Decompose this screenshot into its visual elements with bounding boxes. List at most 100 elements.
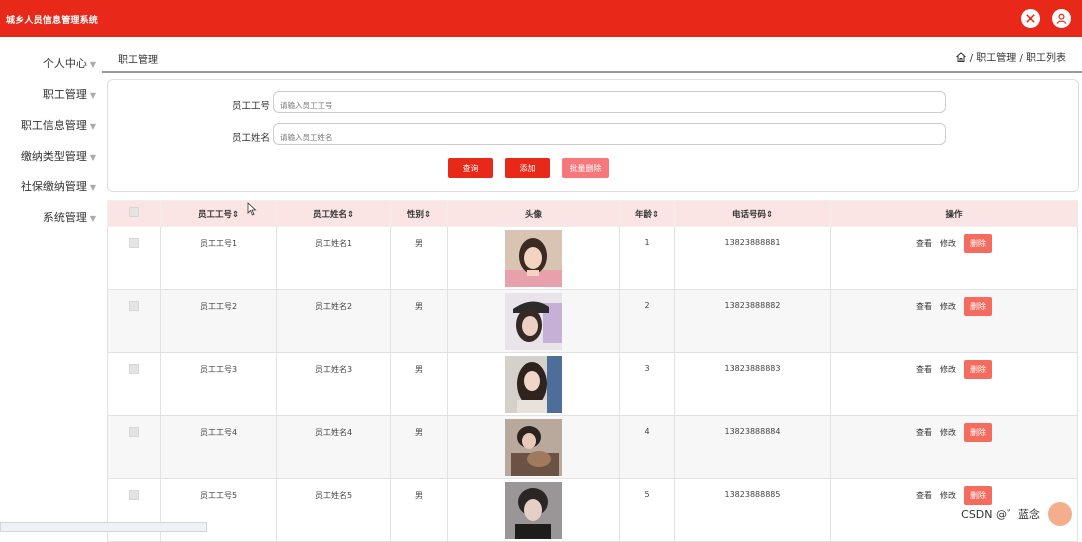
add-button[interactable]: 添加 xyxy=(505,158,550,178)
age-cell: 1 xyxy=(644,238,650,247)
row-checkbox[interactable] xyxy=(129,364,139,374)
delete-button[interactable]: 删除 xyxy=(964,297,992,316)
column-header-actions: 操作 xyxy=(830,200,1078,227)
avatar-photo xyxy=(505,482,562,539)
view-link[interactable]: 查看 xyxy=(916,238,932,249)
table-row: 员工工号2 员工姓名2 男 2 13823888882 查看 修改 删除 xyxy=(107,289,1078,353)
chevron-down-icon: ▼ xyxy=(89,122,96,131)
row-checkbox[interactable] xyxy=(129,301,139,311)
delete-button[interactable]: 删除 xyxy=(964,423,992,442)
delete-button[interactable]: 删除 xyxy=(964,234,992,253)
row-checkbox[interactable] xyxy=(129,427,139,437)
emp-no-cell: 员工工号3 xyxy=(199,365,238,374)
top-bar: 城乡人员信息管理系统 xyxy=(0,0,1082,37)
sidebar-item-label: 个人中心 xyxy=(42,57,87,70)
age-cell: 3 xyxy=(644,364,650,373)
gender-cell: 男 xyxy=(415,491,423,500)
phone-cell: 13823888883 xyxy=(724,364,781,373)
delete-button[interactable]: 删除 xyxy=(964,360,992,379)
sidebar-item-employee-info[interactable]: 职工信息管理 ▼ xyxy=(21,117,96,133)
page-title: 职工管理 xyxy=(118,55,158,66)
gender-cell: 男 xyxy=(415,365,423,374)
browser-status-bar xyxy=(0,522,207,532)
home-icon[interactable] xyxy=(955,51,967,63)
sidebar-item-system[interactable]: 系统管理 ▼ xyxy=(43,209,96,225)
gender-cell: 男 xyxy=(415,302,423,311)
table-row: 员工工号3 员工姓名3 男 3 13823888883 查看 修改 删除 xyxy=(107,352,1078,416)
edit-link[interactable]: 修改 xyxy=(940,364,956,375)
table-row: 员工工号4 员工姓名4 男 4 13823888884 查看 修改 删除 xyxy=(107,415,1078,479)
fullscreen-toggle-icon[interactable] xyxy=(1021,9,1040,28)
floating-action-button[interactable] xyxy=(1048,502,1072,526)
name-cell: 员工姓名3 xyxy=(314,365,353,374)
emp-no-input[interactable] xyxy=(273,91,946,113)
column-header-name[interactable]: 员工姓名⇕ xyxy=(276,200,391,227)
watermark: CSDN @゛蓝念 xyxy=(961,508,1040,521)
name-cell: 员工姓名5 xyxy=(314,491,353,500)
sidebar-item-label: 缴纳类型管理 xyxy=(20,150,87,163)
phone-cell: 13823888884 xyxy=(724,427,781,436)
edit-link[interactable]: 修改 xyxy=(940,301,956,312)
breadcrumb: / 职工管理 / 职工列表 xyxy=(955,49,1066,64)
column-header-phone[interactable]: 电话号码⇕ xyxy=(674,200,831,227)
edit-link[interactable]: 修改 xyxy=(940,238,956,249)
delete-button[interactable]: 删除 xyxy=(964,486,992,505)
emp-no-cell: 员工工号5 xyxy=(199,491,238,500)
batch-delete-button[interactable]: 批量删除 xyxy=(562,158,609,178)
view-link[interactable]: 查看 xyxy=(916,301,932,312)
query-button[interactable]: 查询 xyxy=(448,158,493,178)
row-checkbox[interactable] xyxy=(129,238,139,248)
mouse-cursor-icon xyxy=(247,202,257,216)
emp-no-cell: 员工工号4 xyxy=(199,428,238,437)
chevron-down-icon: ▼ xyxy=(89,91,96,100)
sidebar-item-label: 职工管理 xyxy=(42,88,87,101)
select-all-checkbox[interactable] xyxy=(107,200,161,227)
view-link[interactable]: 查看 xyxy=(916,364,932,375)
emp-no-label: 员工工号 xyxy=(232,101,271,112)
avatar-photo xyxy=(505,230,562,287)
name-cell: 员工姓名1 xyxy=(314,239,353,248)
column-header-gender[interactable]: 性别⇕ xyxy=(390,200,448,227)
edit-link[interactable]: 修改 xyxy=(940,490,956,501)
column-header-emp-no[interactable]: 员工工号⇕ xyxy=(160,200,277,227)
emp-no-cell: 员工工号2 xyxy=(199,302,238,311)
age-cell: 4 xyxy=(644,427,650,436)
sidebar-item-social-security[interactable]: 社保缴纳管理 ▼ xyxy=(21,178,96,194)
column-header-avatar: 头像 xyxy=(447,200,620,227)
row-checkbox[interactable] xyxy=(129,490,139,500)
avatar-photo xyxy=(505,419,562,476)
column-header-age[interactable]: 年龄⇕ xyxy=(619,200,675,227)
sidebar-item-employee-management[interactable]: 职工管理 ▼ xyxy=(43,86,96,102)
table-row: 员工工号1 员工姓名1 男 1 13823888881 查看 修改 删除 xyxy=(107,226,1078,290)
breadcrumb-bar: 职工管理 / 职工管理 / 职工列表 xyxy=(102,41,1082,73)
sidebar-item-label: 职工信息管理 xyxy=(20,119,87,132)
age-cell: 2 xyxy=(644,301,650,310)
view-link[interactable]: 查看 xyxy=(916,427,932,438)
view-link[interactable]: 查看 xyxy=(916,490,932,501)
sidebar-item-label: 社保缴纳管理 xyxy=(20,180,87,193)
phone-cell: 13823888881 xyxy=(724,238,781,247)
table-row: 员工工号5 员工姓名5 男 5 13823888885 查看 修改 删除 xyxy=(107,478,1078,542)
phone-cell: 13823888885 xyxy=(724,490,781,499)
sidebar-item-payment-types[interactable]: 缴纳类型管理 ▼ xyxy=(21,148,96,164)
app-title: 城乡人员信息管理系统 xyxy=(6,16,99,26)
sidebar-item-personal-center[interactable]: 个人中心 ▼ xyxy=(43,55,96,71)
chevron-down-icon: ▼ xyxy=(89,214,96,223)
avatar-photo xyxy=(505,293,562,350)
chevron-down-icon: ▼ xyxy=(89,60,96,69)
breadcrumb-path[interactable]: / 职工管理 / 职工列表 xyxy=(970,49,1066,64)
sidebar-item-label: 系统管理 xyxy=(42,211,87,224)
age-cell: 5 xyxy=(644,490,650,499)
phone-cell: 13823888882 xyxy=(724,301,781,310)
gender-cell: 男 xyxy=(415,428,423,437)
emp-name-input[interactable] xyxy=(273,123,946,145)
chevron-down-icon: ▼ xyxy=(89,183,96,192)
chevron-down-icon: ▼ xyxy=(89,153,96,162)
avatar-photo xyxy=(505,356,562,413)
employee-table: 员工工号⇕ 员工姓名⇕ 性别⇕ 头像 年龄⇕ 电话号码⇕ 操作 员工工号1 员工… xyxy=(107,200,1078,542)
edit-link[interactable]: 修改 xyxy=(940,427,956,438)
name-cell: 员工姓名4 xyxy=(314,428,353,437)
user-avatar-icon[interactable] xyxy=(1052,9,1071,28)
name-cell: 员工姓名2 xyxy=(314,302,353,311)
emp-no-cell: 员工工号1 xyxy=(199,239,238,248)
